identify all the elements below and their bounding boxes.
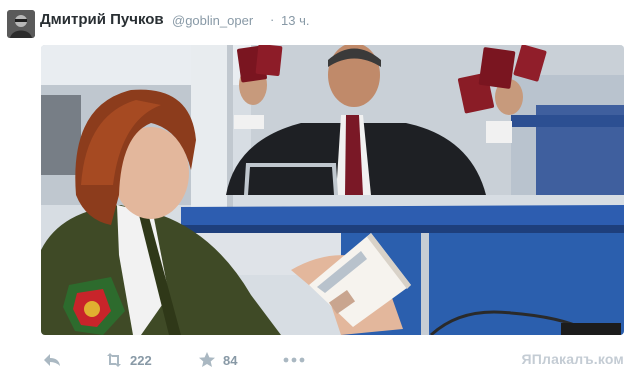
- tweet-card: Дмитрий Пучков @goblin_oper · 13 ч. 222 …: [0, 0, 640, 391]
- favorite-button[interactable]: 84: [197, 350, 237, 370]
- more-button[interactable]: [282, 350, 306, 370]
- avatar-image: [7, 10, 35, 38]
- photo-image: [41, 45, 624, 335]
- reply-button[interactable]: [42, 350, 62, 370]
- more-icon: [283, 357, 305, 363]
- retweet-button[interactable]: 222: [104, 350, 152, 370]
- retweet-icon: [107, 353, 121, 367]
- meta-separator: ·: [270, 12, 275, 27]
- tweet-timestamp[interactable]: 13 ч.: [281, 13, 309, 28]
- author-handle[interactable]: @goblin_oper: [172, 13, 253, 28]
- reply-icon: [44, 354, 60, 366]
- watermark: ЯПлакалъ.ком: [521, 351, 624, 367]
- author-display-name[interactable]: Дмитрий Пучков: [40, 11, 164, 28]
- tweet-photo[interactable]: [41, 45, 624, 335]
- author-avatar[interactable]: [7, 10, 35, 38]
- retweet-count: 222: [130, 352, 152, 368]
- favorite-count: 84: [223, 352, 238, 368]
- star-icon: [199, 352, 215, 367]
